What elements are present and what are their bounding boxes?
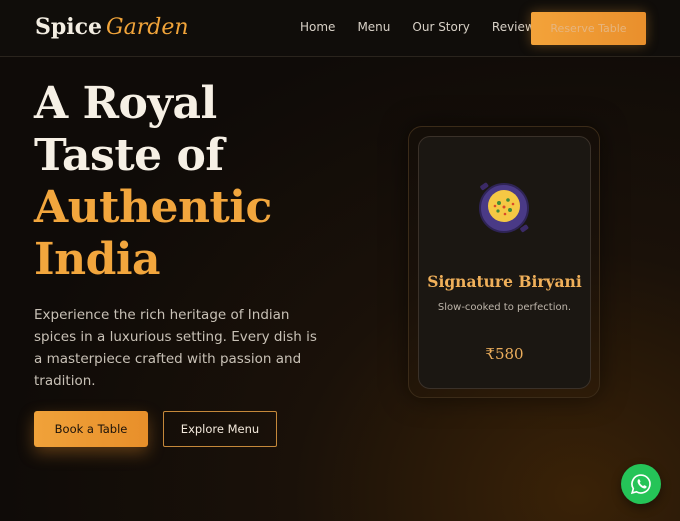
- hero-title: A Royal Taste of Authentic India: [34, 78, 334, 286]
- brand-accent: Garden: [106, 15, 189, 40]
- book-table-button[interactable]: Book a Table: [34, 411, 148, 447]
- nav-links: Home Menu Our Story Reviews: [300, 20, 541, 34]
- whatsapp-button[interactable]: [621, 464, 661, 504]
- hero-title-line-3: Authentic: [34, 182, 272, 233]
- brand-logo[interactable]: Spice Garden: [35, 14, 189, 40]
- nav-link-home[interactable]: Home: [300, 20, 335, 34]
- dish-price: ₹580: [485, 345, 524, 363]
- top-navbar: Spice Garden Home Menu Our Story Reviews …: [0, 0, 680, 57]
- nav-link-menu[interactable]: Menu: [357, 20, 390, 34]
- hero-title-line-4: India: [34, 234, 161, 285]
- hero-description: Experience the rich heritage of Indian s…: [34, 307, 317, 389]
- dish-subtitle: Slow-cooked to perfection.: [437, 302, 572, 313]
- reserve-table-button[interactable]: Reserve Table: [531, 12, 646, 45]
- hero-title-line-1: A Royal: [34, 78, 217, 129]
- explore-menu-button[interactable]: Explore Menu: [163, 411, 277, 447]
- whatsapp-icon: [630, 474, 651, 495]
- nav-link-our-story[interactable]: Our Story: [412, 20, 470, 34]
- biryani-pot-icon: [479, 182, 529, 233]
- brand-name: Spice: [35, 14, 103, 40]
- dish-title: Signature Biryani: [427, 272, 582, 291]
- hero-title-line-2: Taste of: [34, 130, 224, 181]
